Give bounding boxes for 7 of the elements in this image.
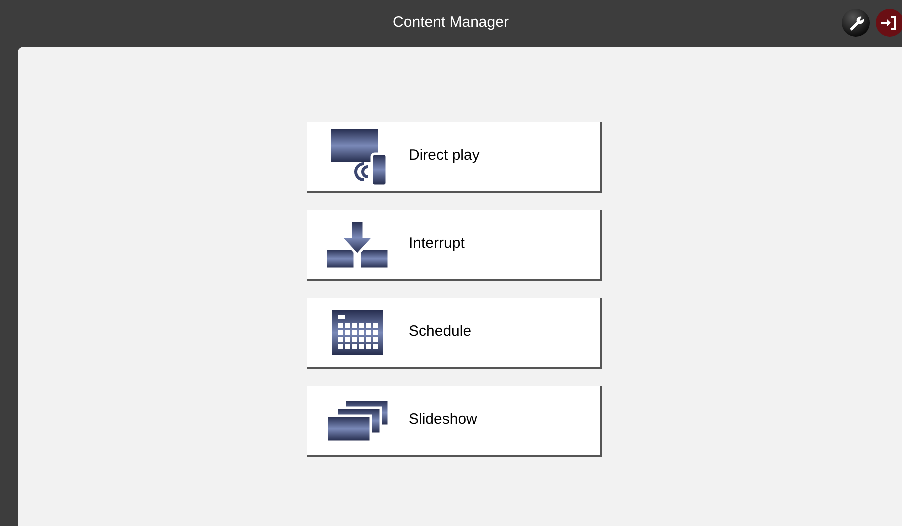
settings-icon[interactable] [842,9,870,37]
menu-button[interactable]: Direct play [307,122,602,193]
menu-button[interactable]: Slideshow [307,386,602,457]
window-title: Content Manager [393,13,509,34]
logout-icon[interactable] [876,9,902,37]
menu-button[interactable]: Interrupt [307,210,602,281]
menu-button[interactable]: Schedule [307,298,602,369]
